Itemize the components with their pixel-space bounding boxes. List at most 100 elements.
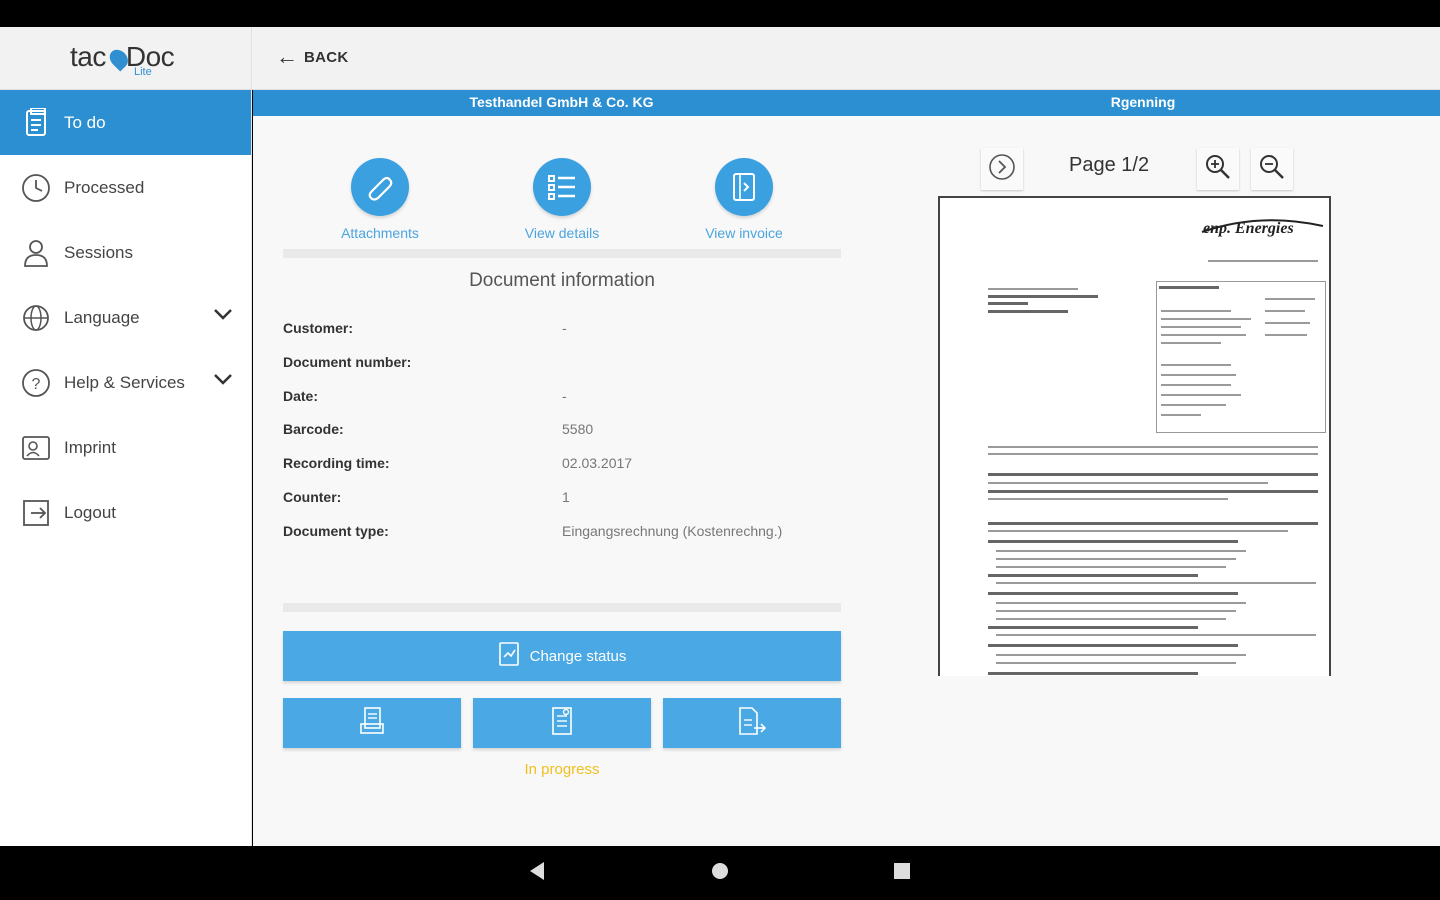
sidebar-item-sessions[interactable]: Sessions [0,220,251,285]
doc-line [988,490,1318,493]
sidebar-item-label: Processed [64,177,145,197]
doc-line [1161,394,1241,396]
doc-line [1208,260,1318,262]
doc-line [1161,342,1221,344]
next-page-button[interactable] [981,148,1023,190]
sidebar-item-language[interactable]: Language [0,285,251,350]
status-text: In progress [524,761,600,778]
doc-line [996,662,1236,664]
android-recents-button[interactable] [877,846,927,900]
doc-line [988,295,1098,298]
change-status-button[interactable]: Change status [283,631,841,681]
export-document-button[interactable] [663,698,841,748]
page-indicator: Page 1/2 [1069,154,1150,176]
info-value: 5580 [562,421,594,437]
paperclip-icon [351,158,409,216]
company-title: Testhandel GmbH & Co. KG [469,94,654,110]
sidebar-item-label: Imprint [64,437,116,457]
info-key: Document number: [283,354,412,370]
chevron-right-icon [988,153,1016,186]
sidebar-item-label: Sessions [64,242,133,262]
doc-line [988,522,1318,525]
divider [283,603,841,612]
info-row-counter: Counter: 1 [283,489,841,509]
doc-line [988,446,1318,448]
back-label: BACK [304,48,349,66]
doc-line [988,672,1198,675]
square-recents-icon [893,862,911,885]
zoom-out-button[interactable] [1251,148,1293,190]
doc-line [988,626,1198,629]
view-invoice-label: View invoice [705,225,783,241]
system-status-bar [0,0,1440,27]
logo-text: tac Doc [70,41,175,73]
logout-icon [20,497,52,529]
sidebar-item-label: Language [64,307,140,327]
doc-line [1161,414,1201,416]
doc-line [988,592,1238,595]
zoom-in-icon [1204,153,1232,186]
info-key: Customer: [283,320,354,336]
android-home-button[interactable] [695,846,745,900]
doc-line [996,550,1246,552]
sidebar-item-processed[interactable]: Processed [0,155,251,220]
document-details-button[interactable] [473,698,651,748]
zoom-out-icon [1258,153,1286,186]
change-status-icon [498,641,520,672]
sidebar-item-label: Help & Services [64,372,185,392]
sidebar-item-logout[interactable]: Logout [0,480,251,545]
doc-line [1161,334,1246,336]
info-value: Eingangsrechnung (Kostenrechng.) [562,523,783,539]
doc-line [988,644,1238,647]
help-icon: ? [20,367,52,399]
app-logo: tac Doc Lite [0,27,252,90]
doc-line [1265,310,1305,312]
document-preview[interactable]: enp. Energies [938,196,1331,676]
change-status-label: Change status [529,647,627,665]
doc-line [996,558,1236,560]
svg-text:?: ? [32,376,41,393]
doc-line [1161,310,1231,312]
document-box [1156,281,1326,433]
info-row-date: Date: - [283,388,841,408]
view-invoice-button[interactable]: View invoice [684,158,804,241]
back-button[interactable]: ← BACK [276,46,349,68]
doc-line [988,530,1288,532]
sidebar-item-imprint[interactable]: Imprint [0,415,251,480]
sidebar-item-todo[interactable]: To do [0,90,251,155]
info-value: 1 [562,489,570,505]
app-header: tac Doc Lite ← BACK [0,27,1440,90]
doc-line [988,473,1318,476]
invoice-icon [715,158,773,216]
doc-line [988,540,1238,543]
doc-line [988,288,1078,290]
doc-line [988,574,1198,577]
android-back-button[interactable] [512,846,562,900]
doc-line [1161,384,1231,386]
zoom-in-button[interactable] [1197,148,1239,190]
globe-icon [20,302,52,334]
attachments-button[interactable]: Attachments [320,158,440,241]
doc-line [1161,374,1236,376]
document-details-icon [549,706,575,741]
sidebar-item-help[interactable]: ? Help & Services [0,350,251,415]
divider [283,249,841,258]
doc-line [988,302,1028,305]
print-document-button[interactable] [283,698,461,748]
doc-line [988,310,1068,313]
doc-line [1161,326,1241,328]
doc-line [988,453,1318,455]
info-row-barcode: Barcode: 5580 [283,421,841,441]
doc-line [996,654,1246,656]
logo-sub: Lite [134,66,152,78]
doc-line [1161,364,1231,366]
doc-line [1265,334,1307,336]
info-key: Document type: [283,523,389,539]
info-row-customer: Customer: - [283,320,841,340]
logo-text-left: tac [70,41,106,72]
sidebar-item-label: To do [64,112,106,132]
doc-type-title: Rgenning [1110,94,1176,110]
info-key: Counter: [283,489,342,505]
info-key: Barcode: [283,421,344,437]
view-details-button[interactable]: View details [502,158,622,241]
